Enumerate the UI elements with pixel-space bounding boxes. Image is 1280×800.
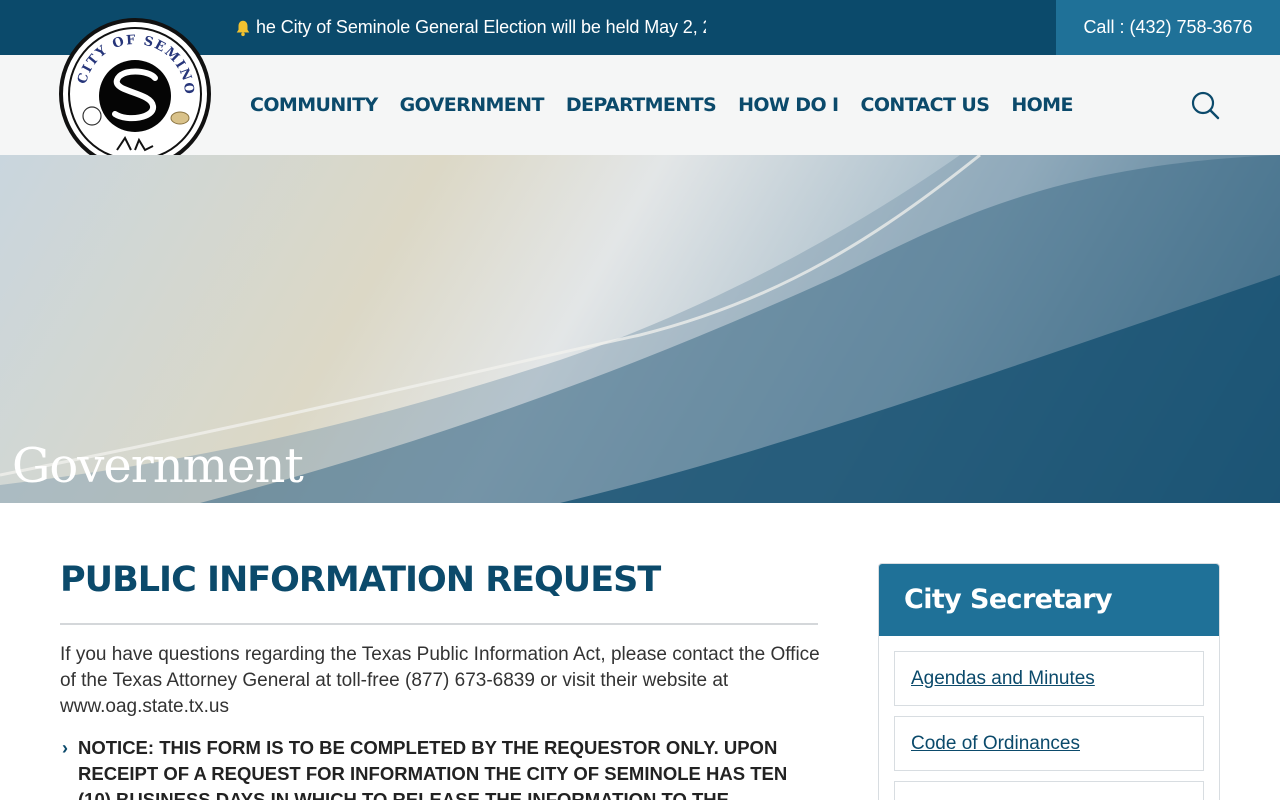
hero-banner: Government (0, 155, 1280, 503)
nav-item-government[interactable]: GOVERNMENT (400, 94, 545, 116)
notice-text: NOTICE: THIS FORM IS TO BE COMPLETED BY … (78, 737, 788, 800)
alert-text: he City of Seminole General Election wil… (256, 17, 706, 37)
sidebar-title: City Secretary (879, 564, 1219, 636)
alert-ticker[interactable]: he City of Seminole General Election wil… (234, 0, 706, 55)
hero-title: Government (12, 438, 304, 494)
sidebar-item-code-of-ordinances[interactable]: Code of Ordinances (894, 716, 1204, 771)
city-seal-logo[interactable]: CITY OF SEMINOLE (59, 18, 211, 170)
sidebar-city-secretary: City Secretary Agendas and Minutes Code … (878, 563, 1220, 800)
nav-item-contact-us[interactable]: CONTACT US (861, 94, 990, 116)
nav-item-how-do-i[interactable]: HOW DO I (738, 94, 839, 116)
main-nav: COMMUNITY GOVERNMENT DEPARTMENTS HOW DO … (250, 55, 1095, 155)
nav-item-community[interactable]: COMMUNITY (250, 94, 378, 116)
nav-item-departments[interactable]: DEPARTMENTS (566, 94, 717, 116)
chevron-right-icon: › (62, 738, 68, 758)
notice-list-item: › NOTICE: THIS FORM IS TO BE COMPLETED B… (62, 735, 818, 800)
nav-item-home[interactable]: HOME (1011, 94, 1073, 116)
call-phone-link[interactable]: Call : (432) 758-3676 (1056, 0, 1280, 55)
intro-paragraph: If you have questions regarding the Texa… (60, 644, 820, 717)
bell-icon (236, 20, 250, 36)
page-title: PUBLIC INFORMATION REQUEST (60, 560, 661, 600)
sidebar-item-partial[interactable] (894, 781, 1204, 800)
search-icon[interactable] (1190, 90, 1220, 120)
title-divider (60, 623, 818, 625)
sidebar-item-agendas-minutes[interactable]: Agendas and Minutes (894, 651, 1204, 706)
